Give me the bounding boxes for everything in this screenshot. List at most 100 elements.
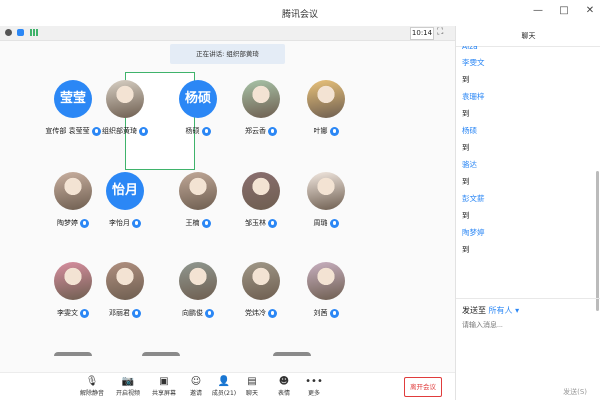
participant-avatar bbox=[242, 172, 280, 210]
mic-icon bbox=[329, 126, 339, 136]
unmute-label: 解除静音 bbox=[79, 390, 104, 397]
minimize-button[interactable]: — bbox=[532, 5, 544, 16]
participant-name-row: 李怡月 bbox=[90, 218, 160, 228]
participant-name-row: 刘茜 bbox=[291, 308, 361, 318]
participant-avatar bbox=[54, 262, 92, 300]
participant-name-row: 郑云香 bbox=[226, 126, 296, 136]
mic-icon bbox=[80, 308, 89, 318]
chat-message-text: 到 bbox=[462, 143, 470, 152]
video-off-icon: 📷 bbox=[121, 376, 135, 387]
participant-name: 杨硕 bbox=[185, 127, 200, 135]
participant-avatar bbox=[179, 262, 217, 300]
send-to-label: 发送至 bbox=[462, 306, 486, 315]
participant-name: 刘茜 bbox=[313, 309, 328, 317]
participant-tile[interactable]: 周璐 bbox=[291, 172, 361, 258]
participant-name: 李雯文 bbox=[57, 309, 78, 317]
participant-avatar: 杨硕 bbox=[179, 80, 217, 118]
participant-name: 周璐 bbox=[313, 219, 328, 227]
chat-message-text: 到 bbox=[462, 245, 470, 254]
participant-name: 向鹏俊 bbox=[182, 309, 203, 317]
chat-messages[interactable]: Aiza 李雯文到袁珊梓到杨硕到骆达到彭文薪到陶梦婷到 bbox=[462, 46, 592, 298]
participant-avatar-partial bbox=[54, 352, 92, 356]
participant-tile[interactable]: 郑云香 bbox=[226, 80, 296, 166]
participant-name: 组织部黄琦 bbox=[102, 127, 137, 135]
participant-tile[interactable]: 叶娜 bbox=[291, 80, 361, 166]
participant-avatar bbox=[242, 262, 280, 300]
chat-title: 聊天 bbox=[456, 26, 600, 47]
participant-avatar bbox=[307, 172, 345, 210]
chat-sender: 李雯文 bbox=[462, 58, 485, 67]
mic-icon bbox=[329, 218, 339, 228]
mic-icon bbox=[268, 218, 277, 228]
chevron-down-icon[interactable]: ▾ bbox=[513, 306, 519, 315]
participant-tile[interactable]: 刘茜 bbox=[291, 262, 361, 348]
chat-panel: 聊天 Aiza 李雯文到袁珊梓到杨硕到骆达到彭文薪到陶梦婷到 发送至 所有人 ▾ … bbox=[455, 26, 600, 400]
participant-avatar bbox=[106, 80, 144, 118]
participant-name: 郑云香 bbox=[245, 127, 266, 135]
participant-avatar: 怡月 bbox=[106, 172, 144, 210]
participant-avatar bbox=[242, 80, 280, 118]
participant-avatar: 莹莹 bbox=[54, 80, 92, 118]
video-button[interactable]: 📷 开启视频 bbox=[108, 375, 148, 397]
mic-icon bbox=[268, 126, 277, 136]
participant-tile[interactable]: 王楠 bbox=[163, 172, 233, 258]
more-button[interactable]: ••• 更多 bbox=[294, 375, 334, 397]
participant-name-row: 组织部黄琦 bbox=[90, 126, 160, 136]
participant-name-row: 周璐 bbox=[291, 218, 361, 228]
participant-name: 宣传部 袁莹莹 bbox=[45, 127, 90, 135]
send-to-target-dropdown[interactable]: 所有人 bbox=[489, 306, 513, 315]
more-icon: ••• bbox=[305, 376, 323, 387]
maximize-button[interactable]: □ bbox=[558, 5, 570, 16]
chat-sender: 陶梦婷 bbox=[462, 228, 485, 237]
participant-grid: 莹莹 宣传部 袁莹莹 组织部黄琦 杨硕 杨硕 郑云香 叶娜 陶梦婷 怡月 李怡月 王楠 邹玉林 周璐 李雯… bbox=[0, 26, 455, 400]
participant-name-row: 杨硕 bbox=[163, 126, 233, 136]
participant-avatar-partial bbox=[142, 352, 180, 356]
chat-message-text: 到 bbox=[462, 109, 470, 118]
participant-avatar bbox=[179, 172, 217, 210]
participant-name: 邹玉林 bbox=[245, 219, 266, 227]
participant-name-row: 邓丽君 bbox=[90, 308, 160, 318]
chat-sender: 骆达 bbox=[462, 160, 477, 169]
send-button[interactable]: 发送(S) bbox=[563, 387, 587, 397]
participant-avatar bbox=[106, 262, 144, 300]
participant-name-row: 党炜冷 bbox=[226, 308, 296, 318]
chat-message-text: 到 bbox=[462, 75, 470, 84]
chat-message-text: 到 bbox=[462, 211, 470, 220]
video-label: 开启视频 bbox=[115, 390, 140, 397]
chat-sender: 彭文薪 bbox=[462, 194, 485, 203]
chat-footer: 发送至 所有人 ▾ 发送(S) bbox=[456, 298, 600, 401]
participant-avatar bbox=[54, 172, 92, 210]
meeting-area: 10:14 ⛶ 正在讲话: 组织部黄琦 莹莹 宣传部 袁莹莹 组织部黄琦 杨硕 杨硕 郑云… bbox=[0, 26, 455, 401]
participant-tile[interactable]: 邹玉林 bbox=[226, 172, 296, 258]
title-bar: 腾讯会议 — □ ✕ bbox=[0, 0, 600, 27]
mic-icon bbox=[139, 126, 148, 136]
unmute-button[interactable]: 🎙 解除静音 bbox=[72, 375, 112, 397]
participant-name: 王楠 bbox=[185, 219, 200, 227]
leave-meeting-button[interactable]: 离开会议 bbox=[404, 377, 442, 397]
participant-tile[interactable]: 邓丽君 bbox=[90, 262, 160, 348]
participant-avatar bbox=[307, 80, 345, 118]
mic-icon bbox=[201, 218, 211, 228]
participant-name: 党炜冷 bbox=[245, 309, 266, 317]
close-button[interactable]: ✕ bbox=[584, 5, 596, 16]
mic-icon bbox=[80, 218, 89, 228]
chat-scrollbar[interactable] bbox=[596, 171, 599, 311]
mic-muted-icon: 🎙 bbox=[85, 376, 99, 387]
window-title: 腾讯会议 bbox=[281, 10, 318, 20]
chat-message-text: 到 bbox=[462, 177, 470, 186]
participant-name: 李怡月 bbox=[109, 219, 130, 227]
mic-icon bbox=[329, 308, 339, 318]
participant-name-row: 王楠 bbox=[163, 218, 233, 228]
chat-sender: 杨硕 bbox=[462, 126, 477, 135]
chat-message-input[interactable] bbox=[462, 319, 592, 331]
participant-tile[interactable]: 怡月 李怡月 bbox=[90, 172, 160, 258]
mic-icon bbox=[132, 218, 141, 228]
participant-name-row: 邹玉林 bbox=[226, 218, 296, 228]
participant-tile[interactable]: 向鹏俊 bbox=[163, 262, 233, 348]
participant-tile[interactable]: 党炜冷 bbox=[226, 262, 296, 348]
participant-tile[interactable]: 组织部黄琦 bbox=[90, 80, 160, 166]
mic-icon bbox=[201, 126, 211, 136]
participant-name-row: 向鹏俊 bbox=[163, 308, 233, 318]
participant-tile[interactable]: 杨硕 杨硕 bbox=[163, 80, 233, 166]
mic-icon bbox=[205, 308, 214, 318]
